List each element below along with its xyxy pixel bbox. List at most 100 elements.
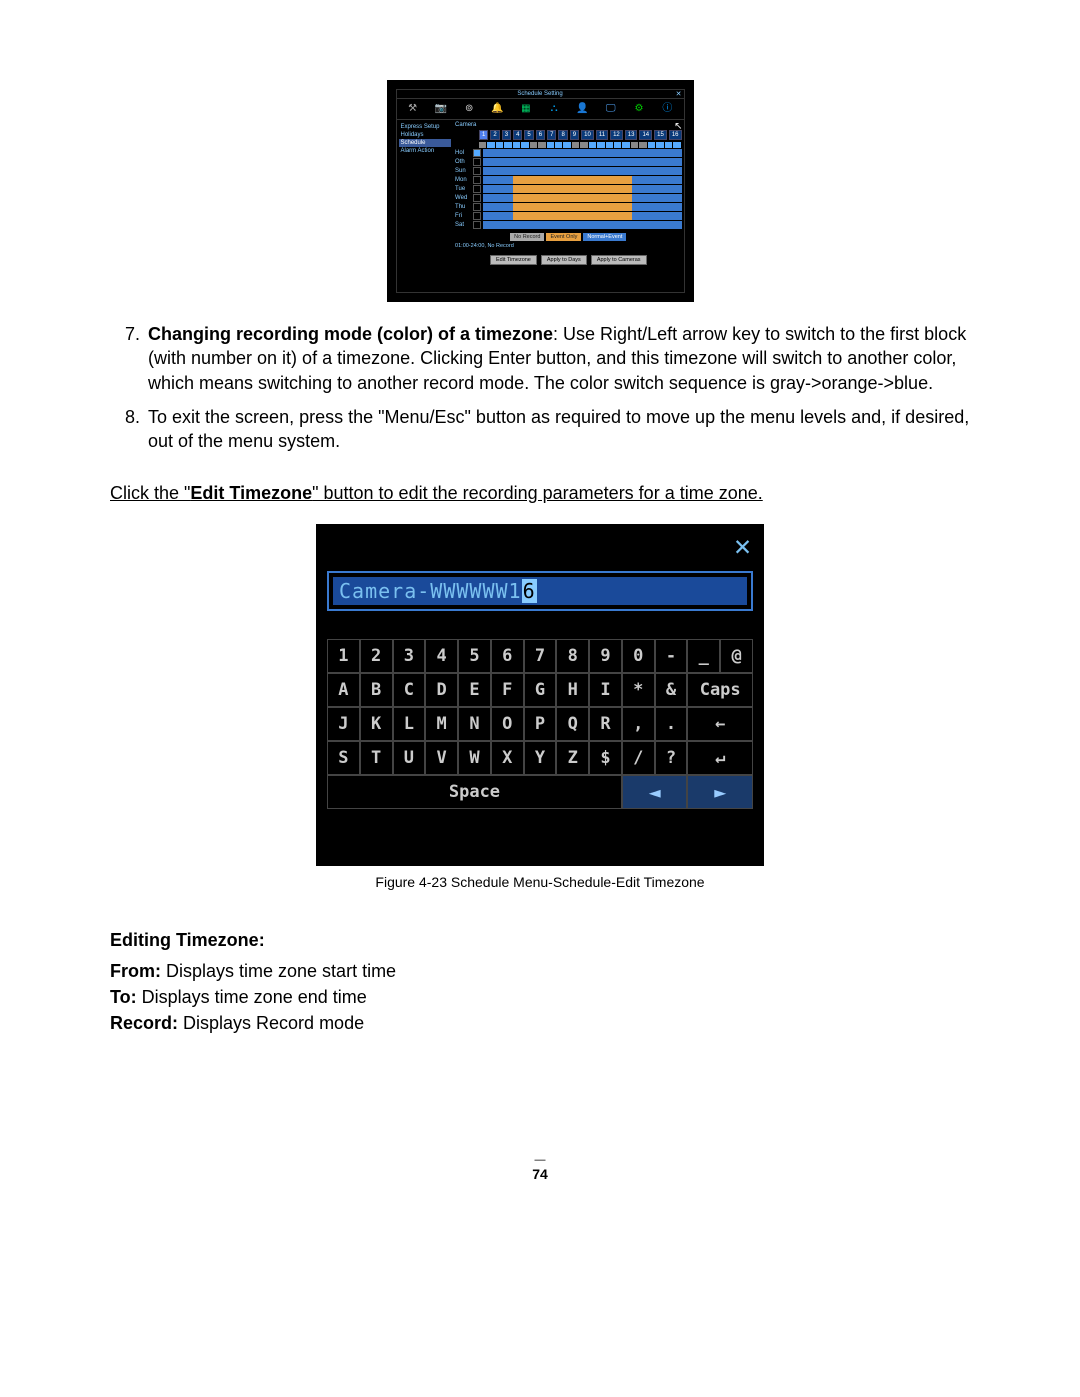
key: R (589, 707, 622, 741)
network-icon: ⛬ (547, 102, 561, 116)
key: J (327, 707, 360, 741)
sidebar-item-schedule: Schedule (399, 139, 452, 147)
camera-num: 8 (558, 130, 567, 140)
apply-cameras-button: Apply to Cameras (591, 255, 647, 265)
camera-label: Camera (455, 122, 477, 128)
key: U (393, 741, 426, 775)
key: 9 (589, 639, 622, 673)
key: M (425, 707, 458, 741)
toolbar: ⚒ 📷 ⊚ 🔔 ▦ ⛬ 👤 🖵 ⚙ ⓘ (397, 99, 684, 120)
figure-caption: Figure 4-23 Schedule Menu-Schedule-Edit … (110, 874, 970, 890)
key: & (655, 673, 688, 707)
schedule-icon: ▦ (519, 102, 533, 116)
from-line: From: Displays time zone start time (110, 961, 970, 982)
key: @ (720, 639, 753, 673)
key: 4 (425, 639, 458, 673)
key: * (622, 673, 655, 707)
bell-icon: 🔔 (491, 102, 505, 116)
key: E (458, 673, 491, 707)
key-nav-right: ► (687, 775, 753, 809)
day-label: Thu (455, 204, 473, 210)
hours-bar (479, 142, 681, 148)
key: _ (687, 639, 720, 673)
key: I (589, 673, 622, 707)
key-space: Space (327, 775, 622, 809)
key-caps: Caps (687, 673, 753, 707)
key: 1 (327, 639, 360, 673)
record-icon: ⊚ (462, 102, 476, 116)
legend-no-record: No Record (510, 233, 544, 241)
key: ? (655, 741, 688, 775)
key: O (491, 707, 524, 741)
camera-num: 3 (502, 130, 511, 140)
wrench-icon: ⚒ (406, 102, 420, 116)
key: Y (524, 741, 557, 775)
key: . (655, 707, 688, 741)
key: V (425, 741, 458, 775)
camera-num: 13 (625, 130, 638, 140)
key: 5 (458, 639, 491, 673)
day-label: Fri (455, 213, 473, 219)
close-icon: ✕ (734, 529, 751, 562)
text-input: Camera-WWWWWW16 (333, 577, 747, 605)
day-label: Mon (455, 177, 473, 183)
list-body: Changing recording mode (color) of a tim… (148, 322, 970, 395)
list-number: 8. (110, 405, 148, 454)
key: 3 (393, 639, 426, 673)
key: 6 (491, 639, 524, 673)
system-icon: ⚙ (632, 102, 646, 116)
camera-num: 2 (490, 130, 499, 140)
instruction-list: 7. Changing recording mode (color) of a … (110, 322, 970, 453)
keyboard: 1 2 3 4 5 6 7 8 9 0 - _ @ A B C D E F (327, 639, 753, 809)
key: / (622, 741, 655, 775)
page-footer: — 74 (110, 1154, 970, 1182)
key: P (524, 707, 557, 741)
day-label: Sat (455, 222, 473, 228)
key: G (524, 673, 557, 707)
input-field-frame: Camera-WWWWWW16 (327, 571, 753, 611)
key: L (393, 707, 426, 741)
key: D (425, 673, 458, 707)
list-item: 7. Changing recording mode (color) of a … (110, 322, 970, 395)
day-label: Hol (455, 150, 473, 156)
key: , (622, 707, 655, 741)
user-icon: 👤 (575, 102, 589, 116)
figure-keyboard: ✕ Camera-WWWWWW16 1 2 3 4 5 6 7 8 9 0 - … (316, 524, 764, 866)
to-line: To: Displays time zone end time (110, 987, 970, 1008)
camera-num: 10 (581, 130, 594, 140)
camera-num: 6 (536, 130, 545, 140)
legend-event-only: Event Only (546, 233, 581, 241)
camera-num: 15 (654, 130, 667, 140)
key: C (393, 673, 426, 707)
key: 7 (524, 639, 557, 673)
camera-num: 7 (547, 130, 556, 140)
click-instruction: Click the "Edit Timezone" button to edit… (110, 483, 970, 504)
key: T (360, 741, 393, 775)
key-backspace: ← (687, 707, 753, 741)
key: N (458, 707, 491, 741)
list-item: 8. To exit the screen, press the "Menu/E… (110, 405, 970, 454)
key: A (327, 673, 360, 707)
sidebar-item-holidays: Holidays (399, 131, 452, 139)
sidebar: Express Setup Holidays Schedule Alarm Ac… (397, 120, 454, 288)
sidebar-item-alarm: Alarm Action (399, 147, 452, 155)
key: 8 (556, 639, 589, 673)
list-body: To exit the screen, press the "Menu/Esc"… (148, 405, 970, 454)
page-number: 74 (532, 1166, 548, 1182)
key: K (360, 707, 393, 741)
info-icon: ⓘ (660, 102, 674, 116)
key: 2 (360, 639, 393, 673)
day-label: Sun (455, 168, 473, 174)
camera-num: 5 (524, 130, 533, 140)
key: Q (556, 707, 589, 741)
camera-num: 4 (513, 130, 522, 140)
key: S (327, 741, 360, 775)
status-text: 01:00-24:00, No Record (455, 243, 681, 249)
apply-days-button: Apply to Days (541, 255, 587, 265)
key-enter: ↵ (687, 741, 753, 775)
key: H (556, 673, 589, 707)
key: W (458, 741, 491, 775)
key: B (360, 673, 393, 707)
camera-num: 12 (610, 130, 623, 140)
camera-icon: 📷 (434, 102, 448, 116)
